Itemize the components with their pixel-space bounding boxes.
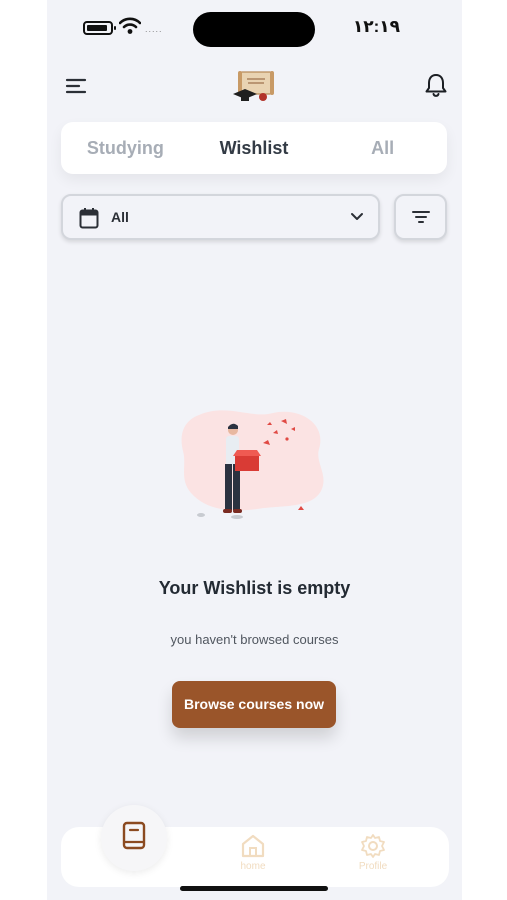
app-screen: ..... ١٢:١٩ Studying Wishlist All All Yo… (47, 0, 462, 900)
tab-all[interactable]: All (318, 138, 447, 159)
dynamic-island (193, 12, 315, 47)
nav-home-label: home (240, 861, 266, 872)
home-icon (241, 834, 265, 858)
nav-profile-label: Profile (358, 861, 388, 872)
browse-courses-button[interactable]: Browse courses now (172, 681, 336, 728)
signal-dots: ..... (145, 24, 163, 34)
my-courses-nav-button[interactable] (101, 805, 167, 871)
chevron-down-icon (351, 213, 363, 220)
tab-wishlist[interactable]: Wishlist (190, 138, 319, 159)
status-bar: ..... ١٢:١٩ (47, 0, 462, 56)
empty-wishlist-illustration (181, 410, 324, 519)
nav-home[interactable]: home (223, 833, 283, 872)
empty-state-title: Your Wishlist is empty (158, 578, 351, 598)
book-icon (122, 821, 146, 850)
battery-icon (83, 21, 116, 35)
nav-profile[interactable]: Profile (343, 833, 403, 872)
logo (233, 71, 274, 101)
gear-icon (361, 834, 385, 858)
date-filter-select[interactable]: All (61, 194, 380, 240)
menu-icon[interactable] (65, 76, 89, 96)
app-header (47, 64, 462, 108)
select-value: All (111, 209, 129, 225)
wifi-icon (119, 17, 141, 34)
tab-bar: Studying Wishlist All (61, 122, 447, 174)
calendar-icon (79, 208, 99, 229)
clock: ١٢:١٩ (352, 17, 400, 36)
home-indicator (180, 886, 328, 891)
filter-icon (412, 211, 430, 223)
empty-state-subtitle: you haven't browsed courses (170, 632, 339, 647)
bell-icon[interactable] (424, 72, 448, 98)
filter-button[interactable] (394, 194, 447, 240)
filter-row: All (61, 194, 447, 240)
tab-studying[interactable]: Studying (61, 138, 190, 159)
